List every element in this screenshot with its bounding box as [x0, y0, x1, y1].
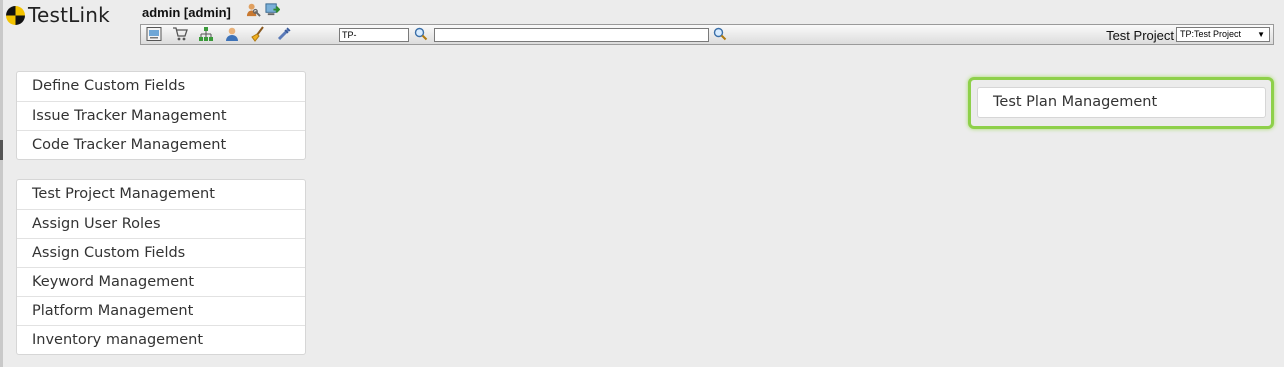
- menu-item-test-project-management[interactable]: Test Project Management: [17, 180, 305, 209]
- menu-item-code-tracker-management[interactable]: Code Tracker Management: [17, 130, 305, 159]
- user-icon[interactable]: [224, 26, 240, 42]
- system-menu: Define Custom Fields Issue Tracker Manag…: [16, 71, 306, 160]
- menu-item-issue-tracker-management[interactable]: Issue Tracker Management: [17, 101, 305, 130]
- user-settings-icon[interactable]: [246, 2, 261, 17]
- menu-item-assign-custom-fields[interactable]: Assign Custom Fields: [17, 238, 305, 267]
- frame-resize-handle[interactable]: [0, 140, 3, 160]
- menu-item-inventory-management[interactable]: Inventory management: [17, 325, 305, 354]
- left-frame-edge: [0, 0, 3, 367]
- search-icon[interactable]: [713, 27, 727, 41]
- menu-item-test-plan-management[interactable]: Test Plan Management: [978, 88, 1265, 117]
- dropdown-arrow-icon: ▼: [1257, 30, 1265, 39]
- broom-icon[interactable]: [250, 26, 266, 42]
- project-menu: Test Project Management Assign User Role…: [16, 179, 306, 355]
- test-plan-menu: Test Plan Management: [977, 87, 1266, 118]
- testcase-id-input[interactable]: TP-: [339, 28, 409, 42]
- logout-icon[interactable]: [265, 2, 280, 17]
- plug-icon[interactable]: [276, 26, 292, 42]
- user-label: admin [admin]: [142, 5, 231, 20]
- cart-icon[interactable]: [172, 26, 188, 42]
- project-select-value: TP:Test Project: [1180, 29, 1242, 39]
- search-input[interactable]: [434, 28, 709, 42]
- header: TestLink admin [admin] TP- Test Project …: [0, 0, 1284, 48]
- desktop-icon[interactable]: [146, 26, 162, 42]
- search-testcase-icon[interactable]: [414, 27, 428, 41]
- sitemap-icon[interactable]: [198, 26, 214, 42]
- menu-item-keyword-management[interactable]: Keyword Management: [17, 267, 305, 296]
- navigation-toolbar: TP- Test Project TP:Test Project ▼: [140, 24, 1274, 45]
- project-label: Test Project: [1106, 28, 1174, 43]
- user-actions: [246, 2, 280, 17]
- menu-item-define-custom-fields[interactable]: Define Custom Fields: [17, 72, 305, 101]
- logo[interactable]: TestLink: [6, 3, 110, 27]
- menu-item-platform-management[interactable]: Platform Management: [17, 296, 305, 325]
- project-select[interactable]: TP:Test Project ▼: [1176, 27, 1270, 42]
- logo-text: TestLink: [28, 3, 110, 27]
- testlink-logo-icon: [6, 5, 25, 25]
- menu-item-assign-user-roles[interactable]: Assign User Roles: [17, 209, 305, 238]
